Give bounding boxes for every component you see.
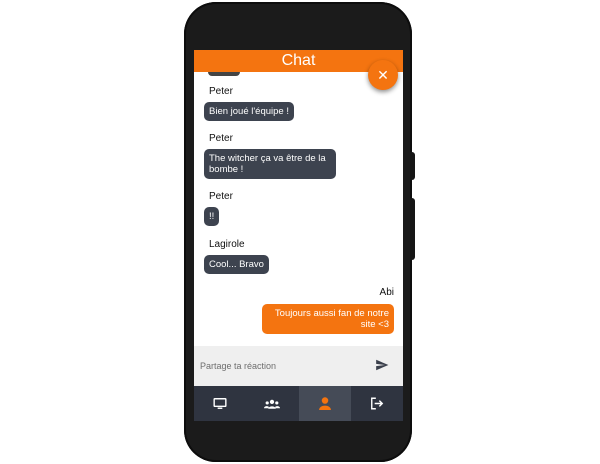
page-title: Chat [281,52,316,69]
nav-item-logout[interactable] [351,386,403,421]
message-bubble: Bien joué l'équipe ! [204,102,294,121]
logout-icon [370,397,384,410]
message-sender: Abi [379,287,394,298]
message-sender: Lagirole [209,239,245,250]
message-input[interactable] [200,356,360,376]
message-sender: Peter [209,86,233,97]
chat-screen: Chat Peter Bien joué l'équipe ! Peter Th… [194,50,403,421]
previous-message-bubble [208,72,240,76]
nav-item-profile[interactable] [298,386,351,421]
phone-power-button [410,152,415,180]
message-bubble: !! [204,207,220,226]
phone-volume-button [410,198,415,260]
close-chat-button[interactable]: ✕ [368,60,398,90]
close-icon: ✕ [377,67,389,83]
message-composer [194,346,403,386]
users-icon [264,399,281,409]
message-sender: Peter [209,191,233,202]
message-sender: Peter [209,133,233,144]
message-bubble-mine: Toujours aussi fan de notre site <3 [262,304,394,334]
send-icon[interactable] [375,358,389,372]
message-bubble: The witcher ça va être de la bombe ! [204,149,336,179]
monitor-icon [213,397,227,409]
nav-item-community[interactable] [246,386,298,421]
nav-item-screens[interactable] [194,386,246,421]
bottom-nav [194,386,403,421]
user-icon [318,397,331,410]
message-bubble: Cool... Bravo [204,255,269,274]
message-list[interactable]: Peter Bien joué l'équipe ! Peter The wit… [194,72,403,346]
